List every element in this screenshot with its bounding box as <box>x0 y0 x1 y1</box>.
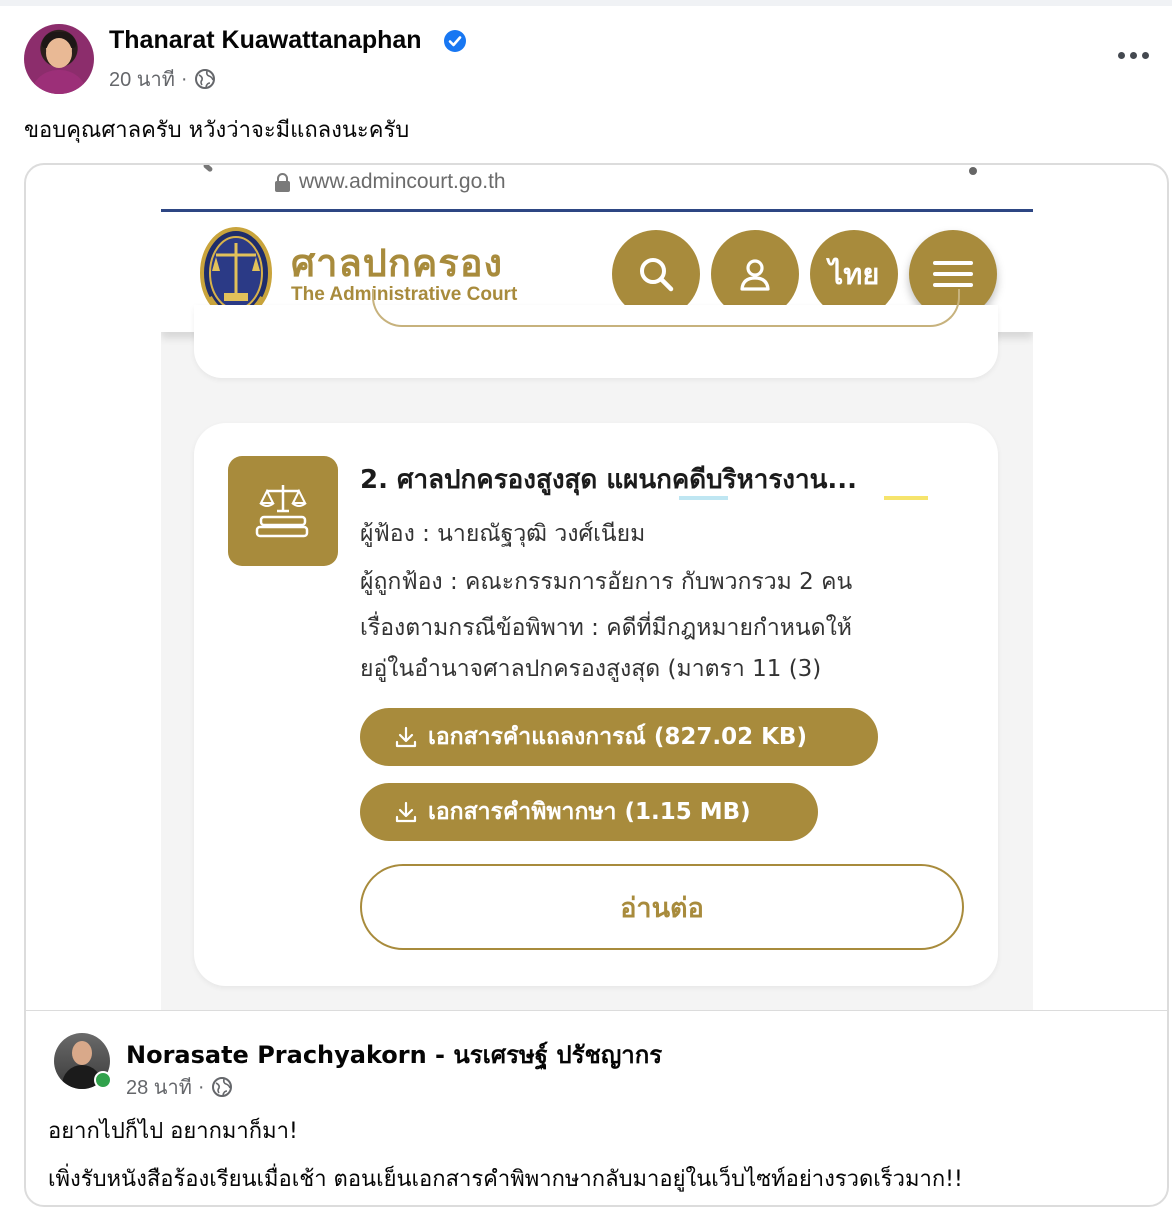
highlight-mark-blue <box>679 496 728 500</box>
browser-url-bar: www.admincourt.go.th <box>161 165 1033 209</box>
more-dot-icon <box>1142 51 1149 59</box>
meta-separator: · <box>197 1075 205 1098</box>
download-icon <box>395 801 417 823</box>
embedded-screenshot[interactable]: www.admincourt.go.th ศาลปกครอง The Admin… <box>161 165 1033 1010</box>
user-icon <box>740 259 770 291</box>
justice-scale-book-icon <box>228 456 338 566</box>
case-subject-line-2: ยอู่ในอำนาจศาลปกครองสูงสุด (มาตรา 11 (3) <box>360 656 822 682</box>
verified-badge-icon <box>444 30 466 52</box>
previous-case-card <box>194 289 998 378</box>
download-statement-button[interactable]: เอกสารคำแถลงการณ์ (827.02 KB) <box>360 708 878 766</box>
url-text: www.admincourt.go.th <box>299 170 506 193</box>
case-subject-line-1: เรื่องตามกรณีข้อพิพาท : คดีที่มีกฎหมายกำ… <box>360 615 852 641</box>
author-avatar[interactable] <box>24 24 94 94</box>
shared-post-text-line-2: เพิ่งรับหนังสือร้องเรียนเมื่อเช้า ตอนเย็… <box>48 1167 963 1192</box>
lock-icon <box>275 173 290 192</box>
post-time[interactable]: 20 นาที <box>109 63 175 95</box>
download-icon <box>395 726 417 748</box>
case-title[interactable]: 2. ศาลปกครองสูงสุด แผนกคดีบริหารงาน... <box>360 459 960 500</box>
download-judgment-label: เอกสารคำพิพากษา (1.15 MB) <box>428 799 751 825</box>
facebook-post: Thanarat Kuawattanaphan 20 นาที · ขอบคุณ… <box>0 0 1172 1207</box>
top-divider <box>0 0 1172 6</box>
more-dot-icon <box>1118 51 1125 59</box>
highlight-mark-yellow <box>884 496 928 500</box>
more-options-button[interactable] <box>1118 46 1152 64</box>
shared-post-time[interactable]: 28 นาที <box>126 1071 192 1103</box>
shared-post-text-line-1: อยากไปก็ไป อยากมาก็มา! <box>48 1119 298 1144</box>
shared-post-meta: 28 นาที · <box>126 1071 233 1103</box>
download-judgment-button[interactable]: เอกสารคำพิพากษา (1.15 MB) <box>360 783 818 841</box>
back-arrow-fragment-icon <box>202 165 214 173</box>
read-more-button[interactable]: อ่านต่อ <box>360 864 964 950</box>
post-caption: ขอบคุณศาลครับ หวังว่าจะมีแถลงนะครับ <box>24 118 410 143</box>
post-meta: 20 นาที · <box>109 63 216 95</box>
more-dot-icon <box>1130 51 1137 59</box>
hamburger-menu-icon <box>933 261 973 287</box>
menu-dot-icon <box>969 167 977 175</box>
meta-separator: · <box>180 67 188 90</box>
case-plaintiff: ผู้ฟ้อง : นายณัฐวุฒิ วงศ์เนียม <box>360 521 646 547</box>
shared-post-card[interactable]: www.admincourt.go.th ศาลปกครอง The Admin… <box>24 163 1169 1207</box>
download-statement-label: เอกสารคำแถลงการณ์ (827.02 KB) <box>428 724 807 750</box>
shared-author-name[interactable]: Norasate Prachyakorn - นรเศรษฐ์ ปรัชญากร <box>126 1035 662 1074</box>
search-icon <box>640 258 674 292</box>
card-divider <box>26 1010 1167 1011</box>
globe-icon <box>211 1077 232 1097</box>
online-status-dot <box>94 1071 112 1089</box>
author-name[interactable]: Thanarat Kuawattanaphan <box>109 26 422 55</box>
case-card: 2. ศาลปกครองสูงสุด แผนกคดีบริหารงาน... ผ… <box>194 423 998 986</box>
globe-icon <box>194 69 215 89</box>
case-defendant: ผู้ถูกฟ้อง : คณะกรรมการอัยการ กับพวกรวม … <box>360 569 853 595</box>
previous-read-more-button[interactable] <box>372 289 960 327</box>
